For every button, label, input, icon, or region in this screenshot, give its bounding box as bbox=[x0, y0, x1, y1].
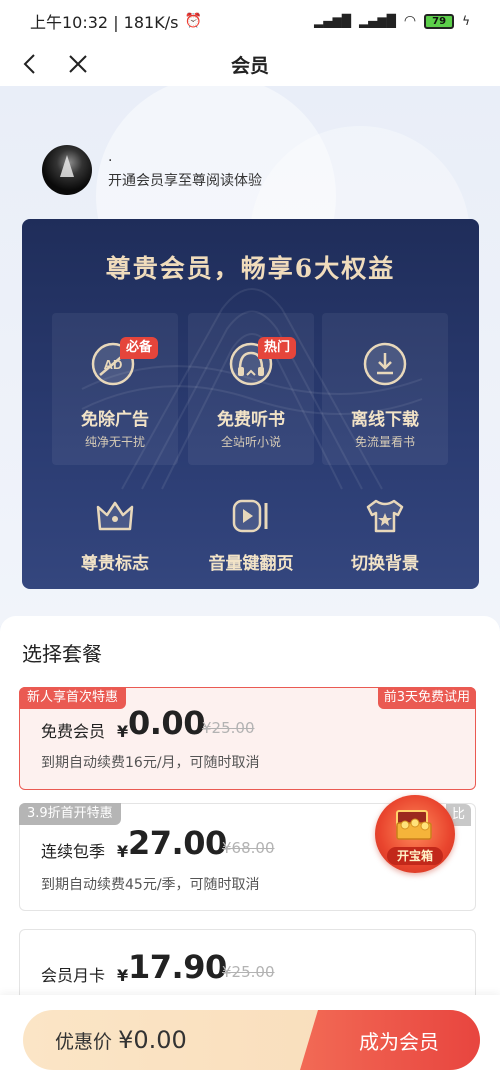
plan-ribbon: 3.9折首开特惠 bbox=[19, 803, 121, 825]
signal-icon: ▂▄▆█ bbox=[314, 14, 351, 28]
download-icon bbox=[362, 341, 408, 387]
plan-ribbon: 新人享首次特惠 bbox=[19, 687, 127, 709]
treasure-chest-icon bbox=[396, 810, 432, 840]
plan-currency: ¥ bbox=[117, 842, 129, 861]
signal-hd-icon: ▂▄▆█ bbox=[358, 14, 396, 28]
benefits-title: 尊贵会员，畅享6大权益 bbox=[105, 254, 396, 283]
battery-icon: 79 bbox=[424, 13, 455, 29]
benefit-offline-download[interactable]: 离线下载 免流量看书 bbox=[322, 313, 448, 465]
plan-original-price: ¥68.00 bbox=[222, 839, 275, 857]
plan-description: 到期自动续费16元/月，可随时取消 bbox=[41, 755, 260, 771]
plan-original-price: ¥25.00 bbox=[202, 719, 255, 737]
benefits-card: 尊贵会员，畅享6大权益 AD 必备 免除广告 纯净无干扰 热门 免费听书 全站听… bbox=[22, 219, 479, 589]
alarm-icon: ⏰ bbox=[184, 13, 202, 29]
benefit-name: 音量键翻页 bbox=[208, 554, 294, 574]
charging-icon: ϟ bbox=[462, 14, 470, 28]
battery-level: 79 bbox=[432, 15, 447, 27]
plan-name: 连续包季 bbox=[41, 842, 106, 861]
page-turn-icon bbox=[228, 493, 274, 539]
plan-name: 免费会员 bbox=[41, 722, 106, 741]
benefit-sub: 全站听小说 bbox=[220, 435, 281, 449]
plan-name: 会员月卡 bbox=[41, 966, 106, 985]
benefit-no-ad[interactable]: AD 必备 免除广告 纯净无干扰 bbox=[52, 313, 178, 465]
user-subtitle: 开通会员享至尊阅读体验 bbox=[108, 173, 262, 189]
tag-required: 必备 bbox=[120, 337, 159, 359]
status-time: 上午10:32 | 181K/s bbox=[30, 13, 179, 32]
status-icons: ▂▄▆█ ▂▄▆█ ◠ 79 ϟ bbox=[314, 13, 470, 29]
treasure-label: 开宝箱 bbox=[387, 847, 443, 865]
user-info: . 开通会员享至尊阅读体验 bbox=[42, 145, 262, 195]
benefit-name: 免除广告 bbox=[81, 410, 149, 430]
user-name: . bbox=[108, 149, 113, 165]
benefit-name: 离线下载 bbox=[351, 410, 419, 430]
close-icon[interactable] bbox=[64, 48, 92, 80]
back-icon[interactable] bbox=[16, 48, 44, 80]
benefit-noble-badge[interactable]: 尊贵标志 bbox=[52, 489, 178, 579]
plan-currency: ¥ bbox=[117, 966, 129, 985]
discount-price: 优惠价 ¥0.00 bbox=[55, 1026, 187, 1054]
bottom-bar: 优惠价 ¥0.00 成为会员 bbox=[0, 995, 500, 1083]
tshirt-icon bbox=[362, 493, 408, 539]
discount-label: 优惠价 bbox=[55, 1031, 113, 1053]
wifi-icon: ◠ bbox=[403, 13, 417, 29]
plan-price: 27.00 bbox=[128, 824, 227, 862]
plan-price: 0.00 bbox=[128, 704, 205, 742]
become-member-button[interactable]: 成为会员 bbox=[300, 1010, 480, 1070]
benefit-name: 免费听书 bbox=[217, 410, 285, 430]
plan-free-member[interactable]: 新人享首次特惠 前3天免费试用 免费会员 ¥ 0.00 ¥25.00 到期自动续… bbox=[19, 687, 476, 790]
benefit-audiobook[interactable]: 热门 免费听书 全站听小说 bbox=[188, 313, 314, 465]
plan-original-price: ¥25.00 bbox=[222, 963, 275, 981]
benefit-sub: 免流量看书 bbox=[354, 435, 415, 449]
crown-icon bbox=[92, 493, 138, 539]
status-bar: 上午10:32 | 181K/s ⏰ ▂▄▆█ ▂▄▆█ ◠ 79 ϟ bbox=[0, 0, 500, 42]
benefit-change-background[interactable]: 切换背景 bbox=[322, 489, 448, 579]
benefit-name: 切换背景 bbox=[351, 554, 419, 574]
plan-currency: ¥ bbox=[117, 722, 129, 741]
plan-trial-badge: 前3天免费试用 bbox=[377, 687, 476, 709]
avatar[interactable] bbox=[42, 145, 92, 195]
nav-bar: 会员 bbox=[0, 42, 500, 86]
plan-description: 到期自动续费45元/季，可随时取消 bbox=[41, 877, 260, 893]
benefit-sub: 纯净无干扰 bbox=[84, 435, 145, 449]
benefit-name: 尊贵标志 bbox=[81, 554, 149, 574]
benefit-volume-key-page[interactable]: 音量键翻页 bbox=[188, 489, 314, 579]
tag-hot: 热门 bbox=[258, 337, 297, 359]
plans-title: 选择套餐 bbox=[22, 642, 102, 666]
discount-amount: ¥0.00 bbox=[118, 1026, 187, 1054]
treasure-chest-button[interactable]: 开宝箱 bbox=[375, 795, 455, 873]
payment-bar: 优惠价 ¥0.00 成为会员 bbox=[23, 1010, 480, 1070]
plan-price: 17.90 bbox=[128, 948, 227, 986]
